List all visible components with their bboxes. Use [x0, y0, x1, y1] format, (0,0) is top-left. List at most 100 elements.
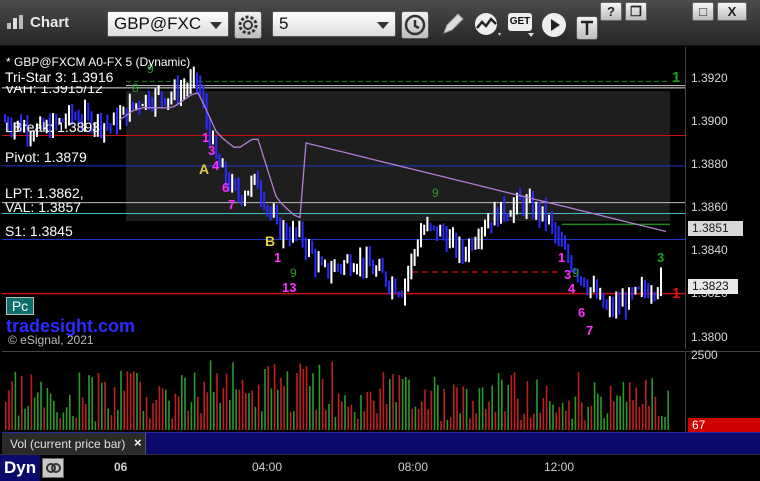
volume-bar: [165, 389, 167, 430]
volume-bar: [37, 392, 39, 430]
volume-bar: [241, 379, 244, 430]
volume-bar: [427, 409, 429, 430]
volume-bar: [110, 415, 113, 430]
volume-bar: [331, 361, 333, 430]
volume-bar: [126, 371, 129, 430]
volume-bar: [235, 389, 237, 430]
volume-bar: [299, 363, 301, 430]
close-button[interactable]: X: [717, 2, 747, 21]
volume-bar: [46, 387, 49, 430]
close-icon[interactable]: ×: [134, 435, 142, 450]
volume-bar: [437, 385, 439, 430]
time-button[interactable]: [401, 11, 429, 39]
volume-bar: [446, 419, 449, 430]
volume-bar: [229, 399, 231, 430]
volume-bar: [638, 406, 641, 430]
volume-bar: [472, 400, 474, 430]
volume-bar: [152, 403, 154, 430]
volume-bar: [318, 364, 321, 430]
volume-bar: [216, 373, 218, 430]
pc-badge[interactable]: Pc: [6, 297, 34, 315]
volume-bar: [293, 411, 295, 430]
volume-bar: [27, 406, 29, 430]
price-axis[interactable]: 1.3920 1.3900 1.3880 1.3860 1.3840 1.382…: [685, 47, 760, 349]
volume-bar: [254, 406, 257, 430]
volume-bar: [341, 401, 343, 430]
volume-bar: [75, 417, 77, 430]
volume-bar: [353, 412, 356, 430]
setup-count: 7: [586, 323, 593, 338]
help-button[interactable]: ?: [600, 2, 622, 21]
maximize-button[interactable]: □: [692, 2, 714, 21]
text-tool-button[interactable]: [576, 16, 598, 40]
volume-bar: [408, 379, 410, 430]
volume-panel[interactable]: [2, 351, 685, 432]
volume-bar: [561, 402, 564, 430]
volume-bar: [497, 373, 500, 430]
volume-bar: [465, 388, 468, 430]
volume-bar: [392, 374, 394, 430]
price-tick: 1.3900: [691, 114, 728, 128]
volume-bar: [405, 376, 407, 430]
volume-bar: [542, 397, 545, 430]
volume-bar: [213, 391, 215, 430]
volume-bar: [430, 390, 433, 430]
volume-bar: [286, 371, 289, 430]
volume-bar: [145, 396, 148, 430]
time-label: 08:00: [398, 460, 429, 474]
link-button[interactable]: [42, 458, 64, 478]
volume-bar: [606, 413, 609, 430]
text-tool-icon: [581, 20, 593, 35]
get-data-button[interactable]: GET: [506, 11, 538, 39]
studies-button[interactable]: [472, 11, 504, 39]
chevron-down-icon[interactable]: [377, 22, 389, 29]
setup-count: 6: [578, 305, 585, 320]
volume-bar: [657, 416, 660, 430]
dynamic-mode-label[interactable]: Dyn: [0, 455, 40, 481]
volume-bar: [206, 392, 209, 430]
volume-bar: [373, 400, 375, 430]
volume-bar: [309, 386, 311, 430]
volume-bar: [280, 377, 282, 430]
study-curve-icon: [475, 13, 501, 36]
symbol-combo[interactable]: GBP@FXC: [107, 11, 229, 37]
volume-bar: [219, 402, 221, 430]
volume-bar: [501, 379, 503, 430]
volume-bar: [232, 362, 234, 430]
volume-bar: [238, 389, 241, 430]
volume-bar: [123, 390, 125, 430]
volume-bar: [565, 410, 567, 430]
volume-bar: [513, 372, 516, 430]
volume-bar: [17, 415, 20, 430]
setup-count: 3: [564, 267, 571, 282]
volume-bar: [40, 381, 42, 430]
settings-button[interactable]: [234, 11, 262, 39]
volume-bar: [347, 406, 349, 430]
restore-button[interactable]: ❐: [625, 2, 647, 21]
volume-bar: [360, 395, 362, 430]
volume-bar: [549, 401, 551, 430]
volume-bar: [97, 372, 100, 430]
volume-bar: [603, 418, 605, 430]
volume-bar: [197, 396, 199, 430]
volume-bar: [510, 375, 513, 430]
chevron-down-icon[interactable]: [210, 22, 222, 29]
volume-bar: [264, 369, 266, 430]
interval-combo[interactable]: 5: [272, 11, 396, 37]
volume-bar: [664, 416, 666, 430]
setup-count: 9: [432, 186, 439, 200]
volume-bar: [190, 402, 193, 430]
volume-bar: [517, 398, 519, 430]
volume-bar: [424, 389, 426, 430]
volume-bar: [363, 411, 365, 430]
volume-bar: [104, 381, 106, 430]
price-panel[interactable]: 1 3 4 6 7 1 13 1 3 4 6 7 8 9 9 9 9 * GBP@FXCM A0-FX 5 (D…: [2, 47, 685, 349]
volume-bar: [181, 375, 183, 430]
volume-bar: [552, 404, 554, 430]
setup-count: 3: [208, 143, 215, 158]
draw-button[interactable]: [438, 11, 468, 39]
play-button[interactable]: [540, 11, 568, 39]
setup-count: 7: [228, 197, 235, 212]
volume-bar: [325, 409, 327, 430]
setup-count: 1: [558, 250, 565, 265]
